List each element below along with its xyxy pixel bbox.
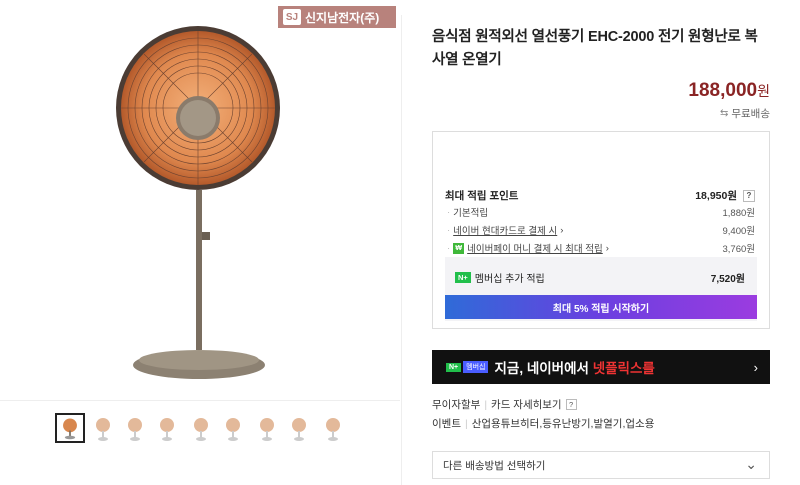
points-row-basic: · 기본적립 — [447, 206, 489, 220]
help-icon[interactable]: ? — [743, 189, 755, 202]
membership-value: 7,520원 — [710, 274, 745, 285]
max-points-value-row: 18,950원 ? — [695, 188, 755, 203]
points-row-value: 3,760원 — [722, 244, 755, 255]
chevron-right-icon: › — [560, 224, 564, 236]
points-row-label: 기본적립 — [453, 208, 489, 219]
thumbnail-1[interactable] — [55, 413, 85, 443]
installment-row: 무이자할부 | 카드 자세히보기 ? — [432, 397, 577, 412]
membership-box: N+ 멤버십 추가 적립 7,520원 최대 5% 적립 시작하기 — [445, 257, 757, 321]
heater-product-image — [116, 26, 280, 379]
points-row-npay[interactable]: · ₩ 네이버페이 머니 결제 시 최대 적립 › — [447, 241, 609, 255]
points-box: 최대 적립 포인트 18,950원 ? · 기본적립 1,880원 · 네이버 현대… — [432, 131, 770, 329]
membership-start-button[interactable]: 최대 5% 적립 시작하기 — [445, 295, 757, 319]
card-detail-link[interactable]: 카드 자세히보기 — [491, 397, 562, 412]
shipping-info: ⇆ 무료배송 — [720, 106, 770, 121]
thumbnail-strip — [0, 400, 400, 455]
chevron-right-icon: › — [605, 242, 609, 254]
thumbnail-6[interactable] — [218, 413, 248, 443]
event-label: 이벤트 — [432, 418, 461, 430]
brand-name: 신지남전자(주) — [305, 10, 380, 25]
banner-text: 지금, 네이버에서 넷플릭스를 — [494, 361, 655, 376]
product-title: 음식점 원적외선 열선풍기 EHC-2000 전기 원형난로 복사열 온열기 — [432, 29, 758, 68]
chevron-down-icon: ⌄ — [745, 456, 757, 472]
product-price: 188,000원 — [688, 80, 770, 102]
shipping-label: 무료배송 — [731, 108, 770, 120]
chevron-right-icon: › — [753, 359, 758, 375]
shipping-icon: ⇆ — [719, 108, 729, 119]
installment-label: 무이자할부 — [432, 399, 481, 411]
membership-label: 멤버십 추가 적립 — [474, 274, 545, 285]
panel-divider — [401, 15, 402, 485]
event-value: 산업용튜브히터,등유난방기,발열기,업소용 — [471, 418, 655, 430]
points-row-card[interactable]: · 네이버 현대카드로 결제 시 › — [447, 223, 564, 238]
thumbnail-3[interactable] — [120, 413, 150, 443]
thumbnail-7[interactable] — [252, 413, 282, 443]
membership-badge: N+ 멤버십 — [446, 361, 489, 373]
event-row: 이벤트 | 산업용튜브히터,등유난방기,발열기,업소용 — [432, 417, 655, 431]
max-points-value: 18,950원 — [695, 190, 737, 202]
shipping-method-value: 다른 배송방법 선택하기 — [443, 459, 546, 472]
points-row-label: 네이버페이 머니 결제 시 최대 적립 — [467, 244, 603, 255]
product-image-panel: SJ 신지남전자(주) — [0, 0, 400, 485]
thumbnail-5[interactable] — [186, 413, 216, 443]
shipping-method-select[interactable]: 다른 배송방법 선택하기 ⌄ — [432, 451, 770, 479]
price-unit: 원 — [757, 83, 770, 99]
thumbnail-8[interactable] — [284, 413, 314, 443]
membership-row: N+ 멤버십 추가 적립 — [455, 270, 545, 285]
npay-icon: ₩ — [453, 242, 465, 254]
points-row-label: 네이버 현대카드로 결제 시 — [453, 226, 558, 237]
max-points-label: 최대 적립 포인트 — [445, 190, 519, 202]
thumbnail-2[interactable] — [88, 413, 118, 443]
help-icon[interactable]: ? — [565, 399, 577, 410]
price-value: 188,000 — [688, 80, 758, 101]
points-row-value: 1,880원 — [722, 208, 755, 219]
thumbnail-4[interactable] — [152, 413, 182, 443]
points-row-value: 9,400원 — [722, 226, 755, 237]
netflix-promo-banner[interactable]: N+ 멤버십 지금, 네이버에서 넷플릭스를 › — [432, 350, 770, 384]
membership-badge: N+ — [455, 272, 471, 283]
thumbnail-9[interactable] — [318, 413, 348, 443]
